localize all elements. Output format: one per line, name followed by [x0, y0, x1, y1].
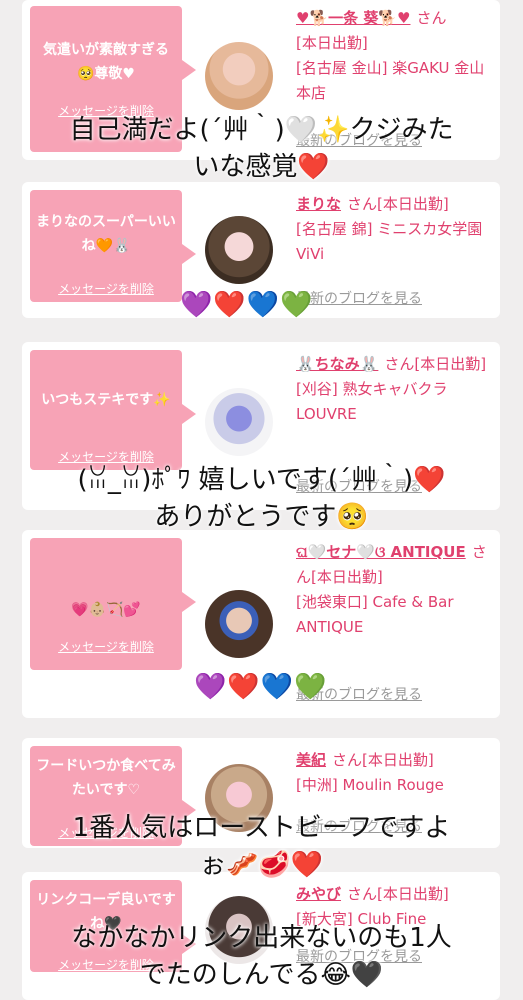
- cast-name-link[interactable]: みやび: [296, 885, 341, 903]
- cast-name-link[interactable]: 美紀: [296, 751, 326, 769]
- message-bubble: いつもステキです✨ メッセージを削除: [30, 350, 196, 470]
- message-text: フードいつか食べてみたいです♡: [36, 758, 176, 798]
- caption-overlay: 1番人気はローストビーフですよ ぉ🥓🥩❤️: [72, 813, 451, 880]
- message-text: 気遣いが素敵すぎる🥺尊敬♥: [43, 42, 169, 82]
- shop-text: [名古屋 金山] 楽GAKU 金山本店: [296, 59, 485, 102]
- blog-link[interactable]: 最新のブログを見る: [296, 288, 422, 308]
- cast-name-link[interactable]: まりな: [296, 195, 341, 213]
- cast-name-link[interactable]: ♥🐕一条 葵🐕♥: [296, 9, 410, 27]
- cast-info: まりな さん[本日出勤] [名古屋 錦] ミニスカ女学園ViVi: [296, 192, 496, 267]
- shop-text: [中洲] Moulin Rouge: [296, 776, 444, 794]
- avatar[interactable]: [205, 590, 273, 658]
- shop-text: [名古屋 錦] ミニスカ女学園ViVi: [296, 220, 483, 263]
- cast-info: 美紀 さん[本日出勤] [中洲] Moulin Rouge: [296, 748, 496, 798]
- cast-name-link[interactable]: ଘ🤍セナ🤍ଓ ANTIQUE: [296, 543, 466, 561]
- caption-overlay: 自己満だよ(´艸｀)🤍✨クジみた いな感覚❤️: [69, 115, 454, 182]
- delete-message-link[interactable]: メッセージを削除: [30, 280, 182, 297]
- cast-info: 🐰ちなみ🐰 さん[本日出勤] [刈谷] 熟女キャバクラ LOUVRE: [296, 352, 496, 427]
- avatar[interactable]: [205, 388, 273, 456]
- message-text: 💗👶🏼🏹💕: [71, 602, 141, 618]
- hearts-sticker: 💜❤️💙💚: [194, 672, 328, 702]
- avatar[interactable]: [205, 42, 273, 110]
- avatar[interactable]: [205, 216, 273, 284]
- delete-message-link[interactable]: メッセージを削除: [30, 638, 182, 655]
- message-text: まりなのスーパーいいね🧡🐰: [36, 214, 176, 254]
- hearts-sticker: 💜❤️💙💚: [180, 290, 314, 320]
- cast-info: ♥🐕一条 葵🐕♥ さん [本日出勤] [名古屋 金山] 楽GAKU 金山本店: [296, 6, 496, 106]
- cast-info: ଘ🤍セナ🤍ଓ ANTIQUE さん[本日出勤] [池袋東口] Cafe & Bar…: [296, 540, 496, 640]
- message-text: いつもステキです✨: [41, 392, 171, 408]
- caption-overlay: (ꈍ_ꈍ)ﾎﾟﾜ 嬉しいです(´艸｀)❤️ ありがとうです🥺: [77, 465, 446, 532]
- message-bubble: まりなのスーパーいいね🧡🐰 メッセージを削除: [30, 190, 196, 302]
- message-bubble: 💗👶🏼🏹💕 メッセージを削除: [30, 538, 196, 670]
- caption-overlay: なかなかリンク出来ないのも1人 でたのしんでる😂🖤: [71, 923, 452, 990]
- status-text: [本日出勤]: [296, 34, 368, 52]
- shop-text: [刈谷] 熟女キャバクラ LOUVRE: [296, 380, 448, 423]
- shop-text: [池袋東口] Cafe & Bar ANTIQUE: [296, 593, 454, 636]
- cast-name-link[interactable]: 🐰ちなみ🐰: [296, 355, 378, 373]
